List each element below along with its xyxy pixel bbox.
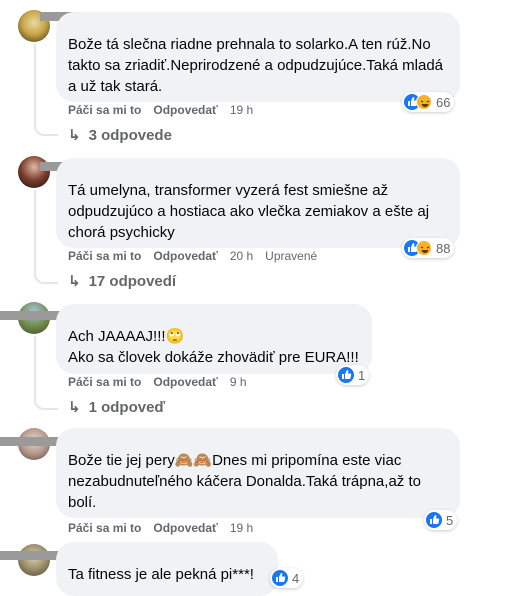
reply-arrow-icon: ↳ xyxy=(68,399,81,416)
avatar[interactable] xyxy=(18,544,50,576)
comment-text: Bože tie jej pery🙈🙈Dnes mi pripomína est… xyxy=(68,452,421,511)
author-name[interactable] xyxy=(68,166,448,180)
replies-label: 3 odpovede xyxy=(88,126,172,144)
like-button[interactable]: Páči sa mi to xyxy=(68,248,141,264)
comment-bubble: Bože tie jej pery🙈🙈Dnes mi pripomína est… xyxy=(56,428,460,518)
author-name[interactable] xyxy=(68,20,448,34)
reaction-summary[interactable]: 66 xyxy=(402,92,455,112)
replies-label: 17 odpovedí xyxy=(88,272,177,290)
timestamp[interactable]: 19 h xyxy=(230,520,253,536)
reaction-count: 1 xyxy=(358,367,366,383)
reaction-summary[interactable]: 4 xyxy=(270,568,304,588)
comment-text-line-1: Ach JAAAAJ!!!🙄 xyxy=(68,328,185,345)
reaction-count: 5 xyxy=(446,512,454,528)
reaction-summary[interactable]: 1 xyxy=(336,365,370,385)
like-button[interactable]: Páči sa mi to xyxy=(68,102,141,118)
like-button[interactable]: Páči sa mi to xyxy=(68,520,141,536)
comment-text-line-2: Ako sa človek dokáže zhovädiť pre EURA!!… xyxy=(68,349,359,366)
comment-bubble: Ach JAAAAJ!!!🙄 Ako sa človek dokáže zhov… xyxy=(56,304,372,374)
comment-actions: Páči sa mi to Odpovedať 9 h xyxy=(68,374,247,390)
view-replies-button[interactable]: ↳ 1 odpoveď xyxy=(68,398,166,417)
timestamp[interactable]: 20 h xyxy=(230,248,253,264)
avatar[interactable] xyxy=(18,156,50,188)
comment-actions: Páči sa mi to Odpovedať 19 h xyxy=(68,102,253,118)
reaction-count: 66 xyxy=(436,94,451,110)
reply-button[interactable]: Odpovedať xyxy=(153,520,217,536)
author-name[interactable] xyxy=(68,312,360,326)
like-icon xyxy=(426,512,442,528)
reaction-summary[interactable]: 88 xyxy=(402,238,455,258)
author-name[interactable] xyxy=(68,436,448,450)
like-button[interactable]: Páči sa mi to xyxy=(68,374,141,390)
view-replies-button[interactable]: ↳ 17 odpovedí xyxy=(68,272,177,291)
author-name[interactable] xyxy=(68,550,266,564)
comment-bubble: Bože tá slečna riadne prehnala to solark… xyxy=(56,12,460,102)
timestamp[interactable]: 9 h xyxy=(230,374,247,390)
timestamp[interactable]: 19 h xyxy=(230,102,253,118)
edited-label[interactable]: Upravené xyxy=(265,248,317,264)
reply-arrow-icon: ↳ xyxy=(68,127,81,144)
comment-text: Ta fitness je ale pekná pi***! xyxy=(68,566,254,583)
reaction-count: 4 xyxy=(292,570,300,586)
comment-bubble: Tá umelyna, transformer vyzerá fest smie… xyxy=(56,158,460,248)
thread-line xyxy=(34,190,58,284)
reaction-summary[interactable]: 5 xyxy=(424,510,458,530)
comment-actions: Páči sa mi to Odpovedať 20 h Upravené xyxy=(68,248,317,264)
reply-button[interactable]: Odpovedať xyxy=(153,374,217,390)
reply-button[interactable]: Odpovedať xyxy=(153,102,217,118)
comment-text: Tá umelyna, transformer vyzerá fest smie… xyxy=(68,182,430,241)
haha-icon xyxy=(416,94,432,110)
replies-label: 1 odpoveď xyxy=(88,398,166,416)
reaction-count: 88 xyxy=(436,240,451,256)
reply-button[interactable]: Odpovedať xyxy=(153,248,217,264)
view-replies-button[interactable]: ↳ 3 odpovede xyxy=(68,126,172,145)
like-icon xyxy=(338,367,354,383)
like-icon xyxy=(272,570,288,586)
thread-line xyxy=(34,44,58,136)
comment-bubble: Ta fitness je ale pekná pi***! xyxy=(56,542,278,596)
comment-text: Bože tá slečna riadne prehnala to solark… xyxy=(68,36,444,95)
thread-line xyxy=(34,336,58,410)
comment-actions: Páči sa mi to Odpovedať 19 h xyxy=(68,520,253,536)
reply-arrow-icon: ↳ xyxy=(68,273,81,290)
haha-icon xyxy=(416,240,432,256)
